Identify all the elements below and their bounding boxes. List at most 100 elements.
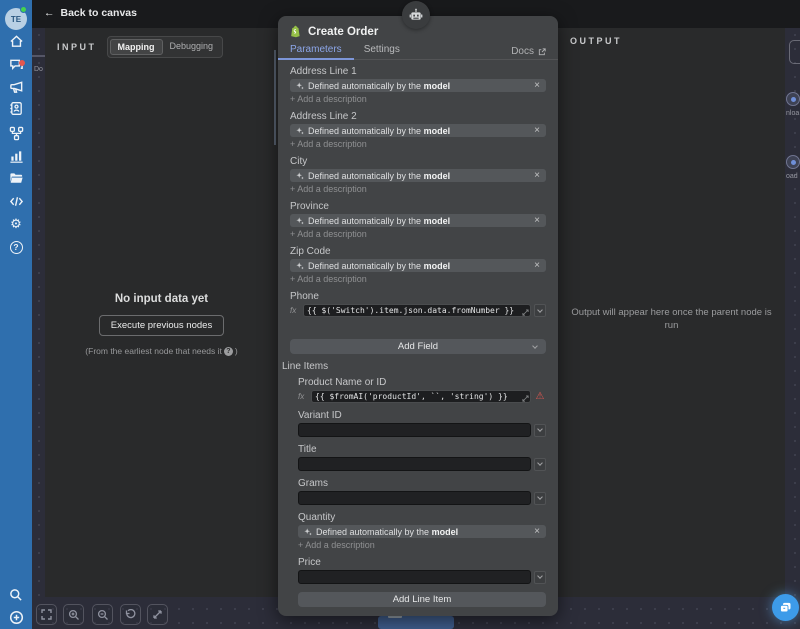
- sidebar-item-files[interactable]: [0, 167, 32, 189]
- text-field-row: [298, 491, 546, 505]
- sidebar-item-chat[interactable]: [0, 53, 32, 75]
- notification-badge: [19, 60, 25, 66]
- ai-defined-value[interactable]: Defined automatically by the model ×: [290, 169, 546, 182]
- sidebar-item-help[interactable]: ?: [0, 236, 32, 258]
- ai-defined-text: Defined automatically by the model: [308, 216, 530, 226]
- param-field: Title: [298, 444, 546, 471]
- expand-expression-icon: [522, 309, 529, 316]
- param-field: QuantityDefined automatically by the mod…: [298, 512, 546, 550]
- clear-field-icon[interactable]: ×: [534, 261, 540, 271]
- fit-view-button[interactable]: [36, 604, 57, 625]
- ai-defined-value[interactable]: Defined automatically by the model ×: [290, 79, 546, 92]
- reset-zoom-icon: [125, 609, 136, 620]
- param-label: Province: [290, 201, 546, 212]
- ai-sparkles-icon: [296, 127, 304, 135]
- section-label-line-items: Line Items: [282, 361, 546, 372]
- sidebar-item-contacts[interactable]: [0, 97, 32, 119]
- param-label: Address Line 1: [290, 66, 546, 77]
- ai-defined-text: Defined automatically by the model: [308, 81, 530, 91]
- megaphone-icon: [9, 80, 24, 95]
- field-options-button[interactable]: [534, 571, 546, 584]
- panel-scrollbar[interactable]: [274, 50, 276, 145]
- add-description-link[interactable]: + Add a description: [290, 140, 546, 149]
- clear-field-icon[interactable]: ×: [534, 527, 540, 537]
- canvas-node-label-fragment: oad: [786, 173, 798, 180]
- expression-input[interactable]: {{ $('Switch').item.json.data.fromNumber…: [303, 304, 531, 317]
- ai-defined-value[interactable]: Defined automatically by the model ×: [290, 259, 546, 272]
- sidebar-item-developer[interactable]: [0, 190, 32, 212]
- tab-parameters[interactable]: Parameters: [290, 44, 342, 59]
- canvas-node-label-fragment: Do: [34, 66, 43, 73]
- canvas-node-fragment[interactable]: [786, 92, 800, 106]
- expression-text: {{ $('Switch').item.json.data.fromNumber…: [307, 306, 514, 315]
- add-description-link[interactable]: + Add a description: [290, 185, 546, 194]
- ai-defined-text: Defined automatically by the model: [308, 261, 530, 271]
- ai-defined-value[interactable]: Defined automatically by the model ×: [290, 214, 546, 227]
- param-field: CityDefined automatically by the model×+…: [290, 156, 546, 194]
- execute-previous-nodes-button[interactable]: Execute previous nodes: [99, 315, 224, 336]
- param-label: Price: [298, 557, 546, 568]
- ai-sparkles-icon: [304, 528, 312, 536]
- clear-field-icon[interactable]: ×: [534, 81, 540, 91]
- clear-field-icon[interactable]: ×: [534, 126, 540, 136]
- text-input[interactable]: [298, 423, 531, 437]
- ai-defined-value[interactable]: Defined automatically by the model×: [298, 525, 546, 538]
- expression-row: fx{{ $('Switch').item.json.data.fromNumb…: [290, 304, 546, 317]
- search-icon: [9, 588, 23, 602]
- reset-zoom-button[interactable]: [120, 604, 141, 625]
- node-settings-modal: Create Order Parameters Settings Docs Ad…: [278, 16, 558, 616]
- sidebar-item-announcements[interactable]: [0, 76, 32, 98]
- ai-defined-value[interactable]: Defined automatically by the model×: [290, 124, 546, 137]
- field-options-button[interactable]: [534, 424, 546, 437]
- zoom-in-button[interactable]: [63, 604, 84, 625]
- param-label: Variant ID: [298, 410, 546, 421]
- sidebar-item-search[interactable]: [0, 584, 32, 606]
- sidebar-item-workflows[interactable]: [0, 122, 32, 144]
- expression-row: fx{{ $fromAI('productId', ``, 'string') …: [298, 390, 546, 403]
- text-input[interactable]: [298, 457, 531, 471]
- assistant-chat-button[interactable]: [772, 594, 799, 621]
- chevron-down-icon: [537, 573, 543, 579]
- external-link-icon: [538, 48, 546, 56]
- tab-debugging[interactable]: Debugging: [163, 39, 221, 55]
- zoom-out-icon: [97, 609, 109, 621]
- tab-mapping[interactable]: Mapping: [110, 39, 163, 55]
- text-input[interactable]: [298, 570, 531, 584]
- chevron-down-icon: [532, 343, 538, 349]
- question-icon[interactable]: ?: [224, 347, 233, 356]
- add-description-link[interactable]: + Add a description: [298, 541, 546, 550]
- clear-field-icon[interactable]: ×: [534, 216, 540, 226]
- docs-link[interactable]: Docs: [511, 46, 546, 57]
- param-field: Address Line 1 Defined automatically by t…: [290, 66, 546, 104]
- canvas-node-fragment[interactable]: [786, 155, 800, 169]
- field-options-button[interactable]: [534, 492, 546, 505]
- param-field: Price: [298, 557, 546, 584]
- add-field-button[interactable]: Add Field: [290, 339, 546, 354]
- add-description-link[interactable]: + Add a description: [290, 95, 546, 104]
- sidebar-item-settings[interactable]: ⚙: [0, 213, 32, 235]
- online-status-dot: [20, 6, 27, 13]
- tidy-up-button[interactable]: [147, 604, 168, 625]
- field-options-button[interactable]: [534, 304, 546, 317]
- back-to-canvas-button[interactable]: ← Back to canvas: [44, 7, 137, 19]
- chevron-down-icon: [537, 460, 543, 466]
- zoom-out-button[interactable]: [92, 604, 113, 625]
- sidebar-item-add[interactable]: [0, 606, 32, 628]
- sidebar-item-analytics[interactable]: [0, 145, 32, 167]
- text-input[interactable]: [298, 491, 531, 505]
- expression-input[interactable]: {{ $fromAI('productId', ``, 'string') }}: [311, 390, 531, 403]
- field-options-button[interactable]: [534, 458, 546, 471]
- ai-defined-text: Defined automatically by the model: [308, 171, 530, 181]
- warning-icon[interactable]: ⚠: [534, 392, 546, 402]
- clear-field-icon[interactable]: ×: [534, 171, 540, 181]
- fit-view-icon: [41, 609, 52, 620]
- tidy-up-icon: [152, 609, 163, 620]
- add-line-item-button[interactable]: Add Line Item: [298, 592, 546, 607]
- home-icon: [9, 34, 24, 49]
- sidebar-item-home[interactable]: [0, 30, 32, 52]
- add-description-link[interactable]: + Add a description: [290, 275, 546, 284]
- add-description-link[interactable]: + Add a description: [290, 230, 546, 239]
- tab-settings[interactable]: Settings: [364, 44, 400, 59]
- chevron-down-icon: [537, 494, 543, 500]
- code-icon: [9, 194, 24, 209]
